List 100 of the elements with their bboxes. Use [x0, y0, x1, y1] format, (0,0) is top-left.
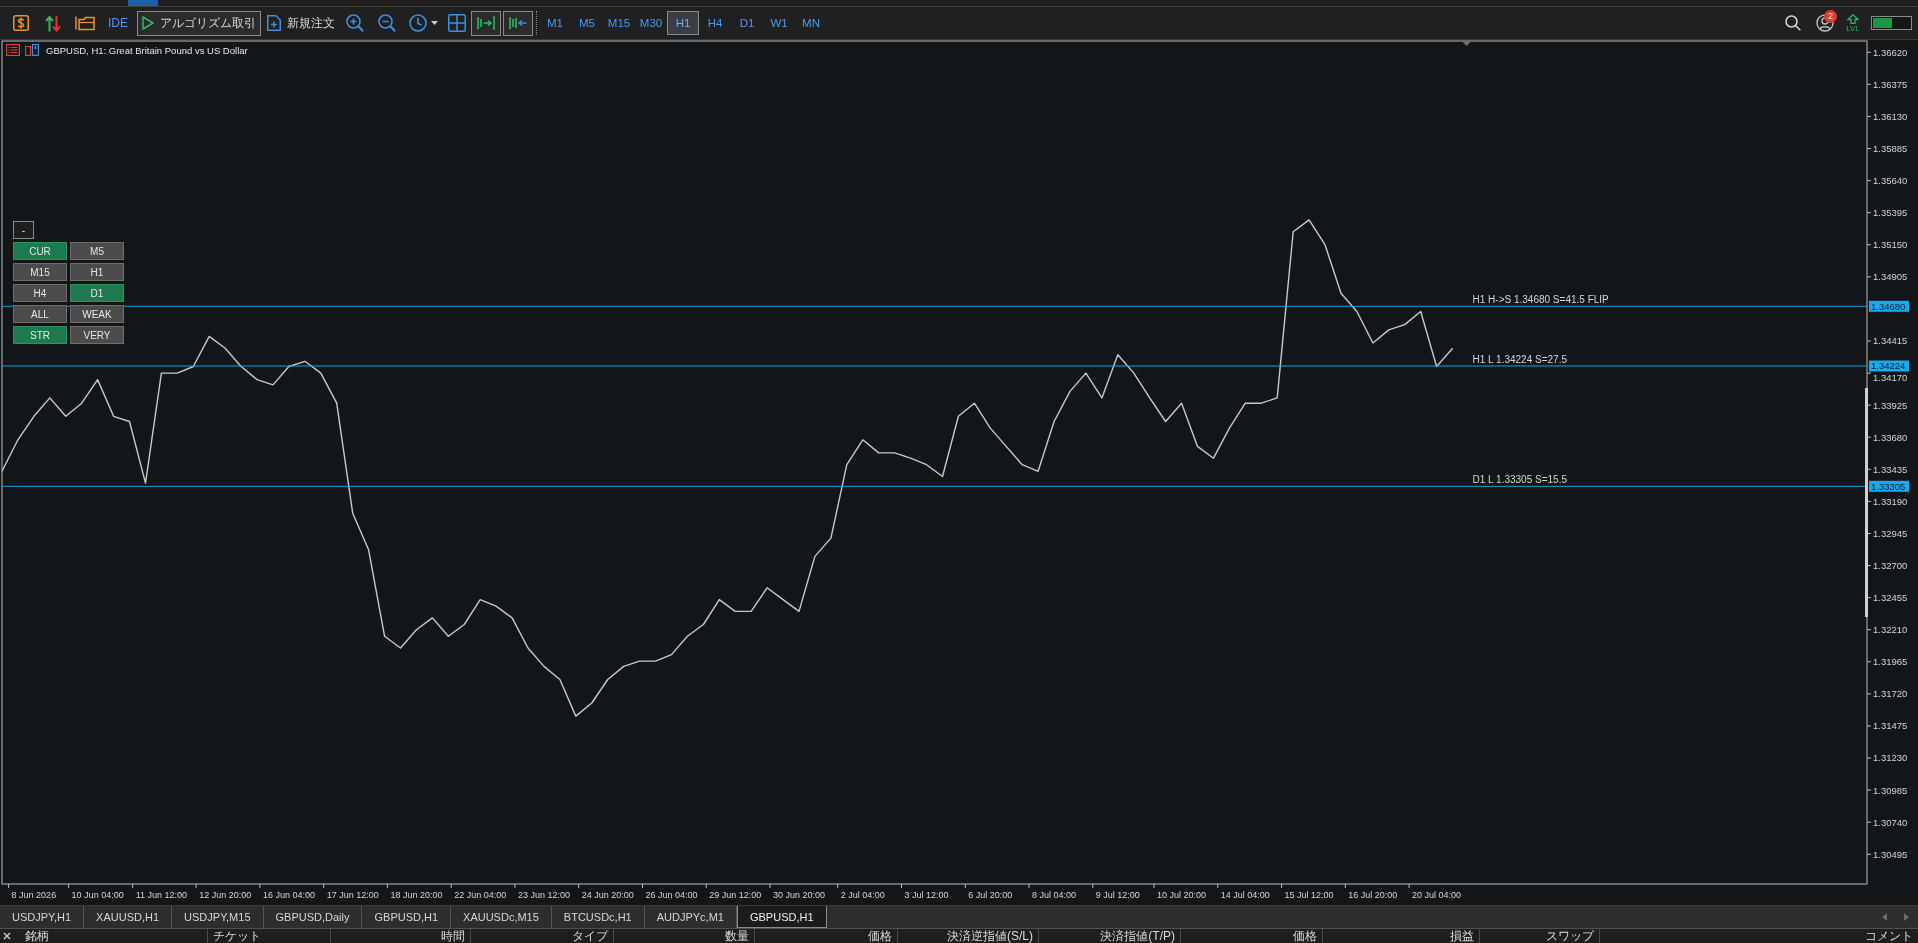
- column-header[interactable]: スワップ: [1480, 929, 1600, 943]
- account-icon[interactable]: [1816, 14, 1834, 32]
- time-axis-label: 16 Jul 20:00: [1348, 890, 1398, 900]
- grid-icon[interactable]: [448, 14, 466, 32]
- time-axis-label: 17 Jun 12:00: [326, 890, 379, 900]
- close-icon[interactable]: [3, 932, 11, 940]
- column-header[interactable]: 決済逆指値(S/L): [898, 929, 1039, 943]
- algo-trading-button[interactable]: アルゴリズム取引: [137, 10, 261, 36]
- filter-button[interactable]: WEAK: [70, 305, 124, 323]
- time-axis-label: 22 Jun 04:00: [454, 890, 507, 900]
- clock-icon[interactable]: [408, 14, 427, 32]
- time-axis-label: 30 Jun 20:00: [773, 890, 826, 900]
- level-label: D1 L 1.33305 S=15.5: [1472, 474, 1567, 486]
- price-axis-label: 1.32700: [1873, 560, 1908, 571]
- filter-button[interactable]: H4: [13, 284, 67, 302]
- filter-button[interactable]: CUR: [13, 242, 67, 260]
- timeframe-button[interactable]: M5: [571, 11, 603, 35]
- price-axis-label: 1.32210: [1873, 624, 1908, 636]
- time-axis-label: 14 Jul 04:00: [1220, 890, 1270, 900]
- timeframe-button[interactable]: M15: [603, 11, 635, 35]
- filter-button[interactable]: H1: [70, 263, 124, 281]
- filter-button[interactable]: M5: [70, 242, 124, 260]
- price-axis-label: 1.32455: [1873, 592, 1908, 603]
- price-axis-label: 1.31475: [1873, 720, 1908, 732]
- filter-button[interactable]: STR: [13, 326, 67, 344]
- connection-status-icon[interactable]: [1871, 16, 1912, 30]
- column-header[interactable]: 時間: [331, 929, 471, 943]
- price-axis-label: 1.35395: [1873, 207, 1908, 219]
- timeframe-button[interactable]: D1: [731, 11, 763, 35]
- shift-marker-icon[interactable]: [1462, 42, 1471, 46]
- column-header[interactable]: コメント: [1600, 929, 1918, 943]
- time-axis-label: 10 Jul 20:00: [1157, 890, 1207, 900]
- price-axis-label: 1.33680: [1873, 431, 1908, 443]
- window-icon[interactable]: [25, 44, 39, 56]
- price-tag: 1.33305: [1869, 480, 1909, 492]
- price-axis-label: 1.34415: [1873, 335, 1908, 347]
- price-axis-label: 1.35150: [1873, 239, 1908, 251]
- lvl-button[interactable]: LVL: [1841, 10, 1865, 36]
- arrow-up-icon: [1847, 13, 1859, 24]
- column-header[interactable]: 銘柄: [14, 929, 208, 943]
- price-axis-label: 1.32945: [1873, 527, 1908, 539]
- auto-scroll-button[interactable]: [471, 10, 501, 36]
- column-header[interactable]: タイプ: [471, 929, 614, 943]
- column-header[interactable]: 数量: [614, 929, 755, 943]
- bars-arrow-right-icon: [476, 15, 496, 31]
- menu-highlight: [128, 0, 158, 6]
- filter-button[interactable]: M15: [13, 263, 67, 281]
- time-axis-label: 18 Jun 20:00: [390, 890, 443, 900]
- time-axis-label: 23 Jun 12:00: [517, 890, 570, 900]
- time-axis-label: 24 Jun 20:00: [581, 890, 634, 900]
- time-axis-label: 10 Jun 04:00: [71, 890, 124, 900]
- caret-left-icon[interactable]: [1882, 913, 1887, 921]
- up-down-arrows-icon[interactable]: [45, 14, 61, 32]
- price-axis-label: 1.31965: [1873, 656, 1908, 668]
- timeframe-button[interactable]: M1: [539, 11, 571, 35]
- timeframe-button[interactable]: W1: [763, 11, 795, 35]
- folder-icon[interactable]: [75, 15, 95, 31]
- ide-button[interactable]: IDE: [101, 11, 135, 35]
- price-axis-label: 1.36375: [1873, 78, 1908, 90]
- price-axis-label: 1.31720: [1873, 688, 1908, 700]
- timeframe-button[interactable]: H1: [667, 11, 699, 35]
- price-axis-label: 1.35885: [1873, 142, 1908, 154]
- time-axis-label: 9 Jul 12:00: [1095, 890, 1140, 900]
- time-axis-label: 6 Jul 20:00: [968, 890, 1013, 900]
- time-axis-label: 20 Jul 04:00: [1412, 890, 1462, 900]
- time-axis-label: 2 Jul 04:00: [840, 890, 885, 900]
- price-axis-label: 1.34905: [1873, 271, 1908, 283]
- price-axis-label: 1.36620: [1873, 46, 1908, 58]
- notification-badge: 2: [1824, 10, 1837, 23]
- chart-tab[interactable]: GBPUSD,H1: [736, 906, 827, 928]
- price-axis-label: 1.33925: [1873, 399, 1908, 411]
- column-header[interactable]: チケット: [208, 929, 331, 943]
- price-axis-label: 1.33435: [1873, 463, 1908, 475]
- search-icon[interactable]: [1785, 15, 1801, 31]
- zoom-out-icon[interactable]: [378, 14, 396, 32]
- column-header[interactable]: 価格: [1181, 929, 1323, 943]
- column-header[interactable]: 決済指値(T/P): [1039, 929, 1181, 943]
- chart-shift-button[interactable]: [503, 10, 533, 36]
- time-axis-label: 15 Jul 12:00: [1284, 890, 1334, 900]
- level-label: H1 H->S 1.34680 S=41.5 FLIP: [1472, 294, 1609, 306]
- dollar-icon[interactable]: [13, 15, 29, 31]
- filter-button[interactable]: ALL: [13, 305, 67, 323]
- filter-button[interactable]: VERY: [70, 326, 124, 344]
- new-order-button[interactable]: 新規注文: [263, 11, 339, 35]
- list-icon[interactable]: [6, 44, 20, 56]
- filter-button[interactable]: D1: [70, 284, 124, 302]
- caret-icon[interactable]: [430, 21, 438, 25]
- timeframe-button[interactable]: M30: [635, 11, 667, 35]
- price-tag: 1.34680: [1869, 300, 1909, 312]
- price-axis-label: 1.30740: [1873, 816, 1908, 828]
- timeframe-button[interactable]: MN: [795, 11, 827, 35]
- price-axis-label: 1.34170: [1873, 372, 1908, 384]
- price-axis-label: 1.36130: [1873, 110, 1908, 122]
- timeframe-button[interactable]: H4: [699, 11, 731, 35]
- zoom-in-icon[interactable]: [346, 14, 364, 32]
- caret-right-icon[interactable]: [1904, 913, 1909, 921]
- column-header[interactable]: 価格: [755, 929, 898, 943]
- price-axis-label: 1.31230: [1873, 752, 1908, 764]
- column-header[interactable]: 損益: [1323, 929, 1480, 943]
- collapse-button[interactable]: -: [13, 221, 34, 239]
